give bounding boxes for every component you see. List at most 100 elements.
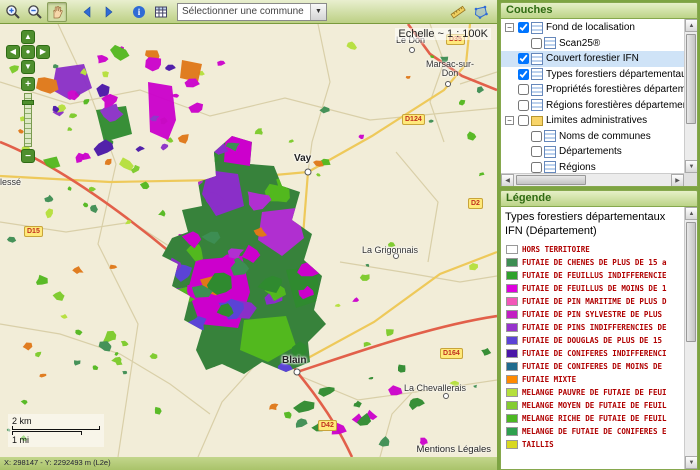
layers-panel-header[interactable]: Couches [500, 2, 698, 19]
pan-up-button[interactable]: ▲ [21, 30, 35, 44]
layer-row[interactable]: −Limites administratives [501, 113, 684, 129]
legend-label: FUTAIE DE DOUGLAS DE PLUS DE 15 [522, 336, 662, 345]
layer-icon [531, 99, 543, 111]
scrollbar-track[interactable] [685, 220, 697, 456]
map-scale-label: Echelle ~ 1 : 100K [395, 28, 491, 40]
legend-swatch [506, 245, 518, 254]
zoom-in-icon [5, 4, 21, 20]
layer-checkbox[interactable] [518, 22, 529, 33]
legend-entry: MELANGE DE FUTAIE DE CONIFERES E [504, 425, 684, 438]
legend-label: FUTAIE DE CONIFERES INDIFFERENCI [522, 349, 667, 358]
layer-checkbox[interactable] [531, 146, 542, 157]
back-button[interactable] [77, 2, 97, 22]
layer-row[interactable]: Régions [501, 160, 684, 174]
legend-label: FUTAIE DE CONIFERES DE MOINS DE [522, 362, 662, 371]
info-button[interactable]: i [129, 2, 149, 22]
zoom-in-slider-button[interactable]: + [21, 77, 35, 91]
place-label: La Grigonnais [362, 246, 418, 255]
zoom-in-button[interactable] [3, 2, 23, 22]
forward-button[interactable] [99, 2, 119, 22]
legend-swatch [506, 336, 518, 345]
coordinates-readout: X: 298147 - Y: 2292493 m (L2e) [4, 458, 111, 467]
layer-row[interactable]: Types forestiers départementaux IFN [501, 67, 684, 83]
layer-icon [544, 161, 556, 173]
layers-vscrollbar[interactable]: ▲ ▼ [684, 19, 697, 173]
scroll-left-button[interactable]: ◀ [501, 174, 514, 187]
place-label: Vay [294, 154, 311, 165]
tree-spacer [505, 70, 514, 79]
legend-label: FUTAIE DE PIN MARITIME DE PLUS D [522, 297, 667, 306]
road-shield: D2 [468, 198, 483, 209]
measure-distance-button[interactable] [448, 2, 468, 22]
legend-entry: FUTAIE DE FEUILLUS DE MOINS DE 1 [504, 282, 684, 295]
layer-checkbox[interactable] [518, 53, 529, 64]
measure-area-button[interactable] [471, 2, 491, 22]
legend-swatch [506, 414, 518, 423]
attribute-table-button[interactable] [151, 2, 171, 22]
layer-checkbox[interactable] [518, 84, 529, 95]
layer-icon [544, 130, 556, 142]
legend-swatch [506, 375, 518, 384]
scroll-down-button[interactable]: ▼ [685, 160, 698, 173]
scroll-right-button[interactable]: ▶ [671, 174, 684, 187]
pan-right-button[interactable]: ▶ [36, 45, 50, 59]
scroll-up-button[interactable]: ▲ [685, 19, 698, 32]
layer-row[interactable]: − Fond de localisation [501, 20, 684, 36]
scrollbar-track[interactable] [514, 174, 671, 186]
pan-down-button[interactable]: ▼ [21, 60, 35, 74]
legend-panel-header[interactable]: Légende [500, 190, 698, 207]
tree-spacer [518, 132, 527, 141]
pan-dpad: ▲ ◀ ● ▶ ▼ [6, 30, 50, 74]
pan-center-button[interactable]: ● [21, 45, 35, 59]
layer-label: Propriétés forestières départementales [546, 84, 684, 95]
layer-icon [544, 146, 556, 158]
layer-icon [544, 37, 556, 49]
legal-mentions-link[interactable]: Mentions Légales [417, 444, 491, 455]
legend-heading: Types forestiers départementaux IFN (Dép… [505, 211, 682, 239]
layer-row[interactable]: Noms de communes [501, 129, 684, 145]
scrollbar-track[interactable] [685, 32, 697, 160]
hand-icon [49, 4, 65, 20]
map-toolbar: i Sélectionner une commune ▼ [0, 0, 497, 24]
legend-label: MELANGE MOYEN DE FUTAIE DE FEUIL [522, 401, 667, 410]
scrollbar-thumb[interactable] [686, 34, 696, 124]
pan-button[interactable] [47, 2, 67, 22]
tree-expander-icon[interactable]: − [505, 23, 514, 32]
tree-expander-icon[interactable]: − [505, 116, 514, 125]
legend-label: MELANGE DE FUTAIE DE CONIFERES E [522, 427, 667, 436]
scrollbar-thumb[interactable] [686, 222, 696, 342]
zoom-out-button[interactable] [25, 2, 45, 22]
zoom-slider-track[interactable] [24, 93, 32, 147]
layer-checkbox[interactable] [518, 69, 529, 80]
layer-checkbox[interactable] [531, 162, 542, 173]
layer-checkbox[interactable] [531, 38, 542, 49]
legend-label: TAILLIS [522, 440, 554, 449]
zoom-out-slider-button[interactable]: − [21, 149, 35, 163]
layer-row[interactable]: Départements [501, 144, 684, 160]
layer-label: Régions [559, 162, 596, 173]
map-viewport[interactable]: Le Don Marsac-sur-Don Vay Plessé La Grig… [0, 24, 497, 457]
pan-left-button[interactable]: ◀ [6, 45, 20, 59]
legend-vscrollbar[interactable]: ▲ ▼ [684, 207, 697, 469]
layer-row[interactable]: Régions forestières départementales [501, 98, 684, 114]
scroll-up-button[interactable]: ▲ [685, 207, 698, 220]
layer-label: Fond de localisation [546, 22, 635, 33]
chevron-down-icon[interactable]: ▼ [310, 4, 326, 20]
scrollbar-thumb[interactable] [516, 175, 586, 185]
legend-entries: HORS TERRITOIREFUTAIE DE CHENES DE PLUS … [504, 243, 684, 451]
layer-checkbox[interactable] [531, 131, 542, 142]
layer-checkbox[interactable] [518, 115, 529, 126]
scalebar: 2 km 1 mi [8, 414, 104, 447]
tree-spacer [518, 163, 527, 172]
commune-select[interactable]: Sélectionner une commune ▼ [177, 3, 327, 21]
layer-row[interactable]: Couvert forestier IFN [501, 51, 684, 67]
zoom-slider-handle[interactable] [22, 100, 34, 105]
layers-hscrollbar[interactable]: ◀ ▶ [501, 173, 684, 186]
tree-spacer [505, 85, 514, 94]
scroll-down-button[interactable]: ▼ [685, 456, 698, 469]
layer-row[interactable]: Propriétés forestières départementales [501, 82, 684, 98]
folder-icon [531, 116, 543, 126]
layer-row[interactable]: Scan25® [501, 36, 684, 52]
legend-entry: FUTAIE DE DOUGLAS DE PLUS DE 15 [504, 334, 684, 347]
layer-checkbox[interactable] [518, 100, 529, 111]
